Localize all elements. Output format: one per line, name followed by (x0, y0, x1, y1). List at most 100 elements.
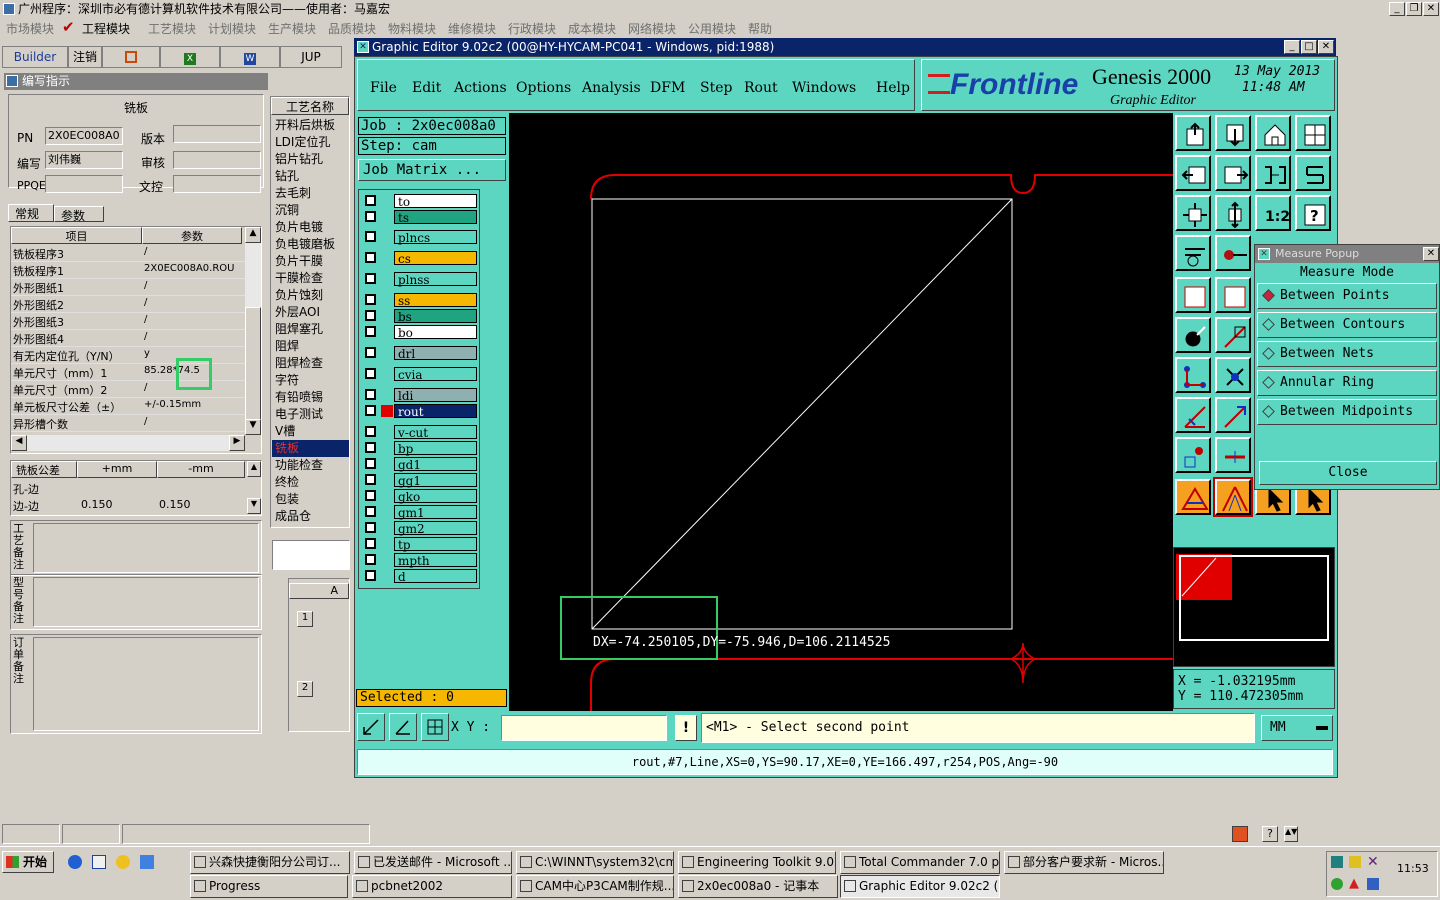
process-item[interactable]: 去毛刺 (272, 185, 349, 202)
layer-row-bo[interactable]: bo (363, 325, 481, 340)
tray-globe-icon[interactable] (1331, 878, 1343, 890)
line-icon[interactable] (1215, 397, 1251, 433)
home-icon[interactable] (1255, 115, 1291, 151)
layer-checkbox[interactable] (365, 368, 376, 379)
ge-menu-help[interactable]: Help (876, 80, 910, 96)
layer-row-d[interactable]: d (363, 569, 481, 584)
pad-icon[interactable] (1175, 437, 1211, 473)
table-row[interactable]: 铣板程序1 2X0EC008A0.ROU (11, 262, 245, 279)
doc-control-field[interactable] (173, 175, 261, 193)
process-item[interactable]: V槽 (272, 423, 349, 440)
menu-admin[interactable]: 行政模块 (508, 20, 556, 37)
layer-row-v-cut[interactable]: v-cut (363, 425, 481, 440)
tol-scroll-up[interactable]: ▲ (247, 461, 261, 477)
process-item[interactable]: 终检 (272, 474, 349, 491)
ge-menu-edit[interactable]: Edit (412, 80, 441, 96)
measure-angle-button[interactable] (389, 713, 417, 741)
layer-checkbox[interactable] (365, 554, 376, 565)
extra-tool-icon-2[interactable] (1215, 277, 1251, 313)
taskbar-item[interactable]: 兴森快捷衡阳分公司订... (190, 851, 350, 874)
layer-checkbox[interactable] (365, 426, 376, 437)
process-item[interactable]: 阻焊塞孔 (272, 321, 349, 338)
layer-checkbox[interactable] (365, 326, 376, 337)
grid-snap-button[interactable] (421, 713, 449, 741)
layer-checkbox[interactable] (365, 490, 376, 501)
layer-checkbox[interactable] (365, 294, 376, 305)
ime-icon[interactable] (1232, 826, 1248, 842)
table-row[interactable]: 外形图纸1 / (11, 279, 245, 296)
layer-row-ts[interactable]: ts (363, 210, 481, 225)
move-up-icon[interactable] (1175, 115, 1211, 151)
layer-row-ldi[interactable]: ldi (363, 388, 481, 403)
taskbar-item[interactable]: C:\WINNT\system32\cmd... (516, 851, 674, 874)
probe-icon[interactable] (1215, 235, 1251, 271)
layer-row-gd1[interactable]: gd1 (363, 457, 481, 472)
taskbar-item[interactable]: Progress (190, 875, 348, 898)
angle-icon[interactable] (1175, 397, 1211, 433)
layer-checkbox[interactable] (365, 405, 376, 416)
layer-row-cs[interactable]: cs (363, 251, 481, 266)
layer-checkbox[interactable] (365, 522, 376, 533)
builder-button[interactable]: Builder (2, 46, 68, 68)
process-input[interactable] (272, 540, 350, 570)
process-item[interactable]: 阻焊检查 (272, 355, 349, 372)
layer-row-plnss[interactable]: plnss (363, 272, 481, 287)
arrow-icon[interactable]: ▲▼ (1284, 826, 1298, 842)
process-item[interactable]: 开料后烘板 (272, 117, 349, 134)
process-item[interactable]: 包装 (272, 491, 349, 508)
scroll-down-button[interactable]: ▼ (245, 419, 261, 435)
clock-app-icon[interactable] (116, 855, 130, 869)
layer-row-gg1[interactable]: gg1 (363, 473, 481, 488)
measure-option[interactable]: Between Points (1257, 283, 1437, 309)
select-feature-icon[interactable] (1175, 317, 1211, 353)
process-item[interactable]: LDI定位孔 (272, 134, 349, 151)
layer-checkbox[interactable] (365, 195, 376, 206)
scroll-left-button[interactable]: ◀ (11, 435, 27, 451)
layer-checkbox[interactable] (365, 252, 376, 263)
taskbar-item[interactable]: 部分客户要求新 - Micros... (1004, 851, 1164, 874)
taskbar-item[interactable]: 已发送邮件 - Microsoft ... (354, 851, 512, 874)
help-tool-icon[interactable]: ? (1295, 195, 1331, 231)
layer-checkbox[interactable] (365, 538, 376, 549)
ppqe-field[interactable] (45, 175, 123, 193)
start-button[interactable]: 开始 (2, 851, 54, 873)
logout-button[interactable]: 注销 (68, 46, 102, 68)
process-item[interactable]: 负片蚀刻 (272, 287, 349, 304)
layout-icon[interactable] (1295, 115, 1331, 151)
table-row[interactable]: 外形图纸3 / (11, 313, 245, 330)
tab-params[interactable]: 参数 (54, 206, 104, 223)
table-row[interactable]: 铣板程序3 / (11, 245, 245, 262)
tol-scroll-down[interactable]: ▼ (247, 498, 261, 514)
pan-right-icon[interactable] (1215, 155, 1251, 191)
snap-icon[interactable] (1175, 235, 1211, 271)
layer-checkbox[interactable] (365, 273, 376, 284)
taskbar-item[interactable]: Total Commander 7.0 pub... (840, 851, 1000, 874)
ge-menu-actions[interactable]: Actions (454, 80, 507, 96)
outlook-icon[interactable] (92, 855, 106, 869)
menu-network[interactable]: 网络模块 (628, 20, 676, 37)
layer-row-gko[interactable]: gko (363, 489, 481, 504)
ge-menu-windows[interactable]: Windows (792, 80, 856, 96)
layer-row-tp[interactable]: tp (363, 537, 481, 552)
grid-vscrollbar[interactable]: ▲ ▼ (245, 227, 261, 435)
ge-minimize-button[interactable]: _ (1284, 40, 1300, 54)
ge-maximize-button[interactable]: □ (1301, 40, 1317, 54)
menu-engineering[interactable]: 工程模块 (82, 20, 130, 37)
tray-tool-icon[interactable]: ✕ (1367, 854, 1379, 870)
process-item[interactable]: 负片电镀 (272, 219, 349, 236)
zoom-ratio-icon[interactable]: 1:2 (1255, 195, 1291, 231)
zoom-window-button[interactable] (357, 713, 385, 741)
restore-button[interactable]: ❐ (1406, 2, 1422, 16)
layer-checkbox[interactable] (365, 231, 376, 242)
ppt-icon[interactable] (102, 46, 160, 68)
mini-map[interactable] (1173, 547, 1335, 667)
process-item[interactable]: 阻焊 (272, 338, 349, 355)
zoom-vertical-icon[interactable] (1215, 195, 1251, 231)
menu-process[interactable]: 工艺模块 (148, 20, 196, 37)
taskbar-item[interactable]: pcbnet2002 (352, 875, 512, 898)
menu-cost[interactable]: 成本模块 (568, 20, 616, 37)
menu-market[interactable]: 市场模块 (6, 20, 54, 37)
close-button[interactable]: ✕ (1423, 2, 1439, 16)
triangle-icon[interactable] (1175, 479, 1211, 515)
extra-tool-icon-1[interactable] (1175, 277, 1211, 313)
